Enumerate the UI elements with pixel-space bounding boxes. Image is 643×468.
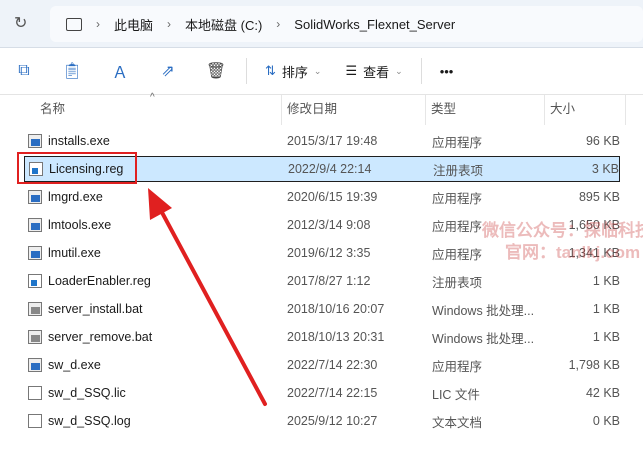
annotation-arrow [148, 188, 267, 406]
